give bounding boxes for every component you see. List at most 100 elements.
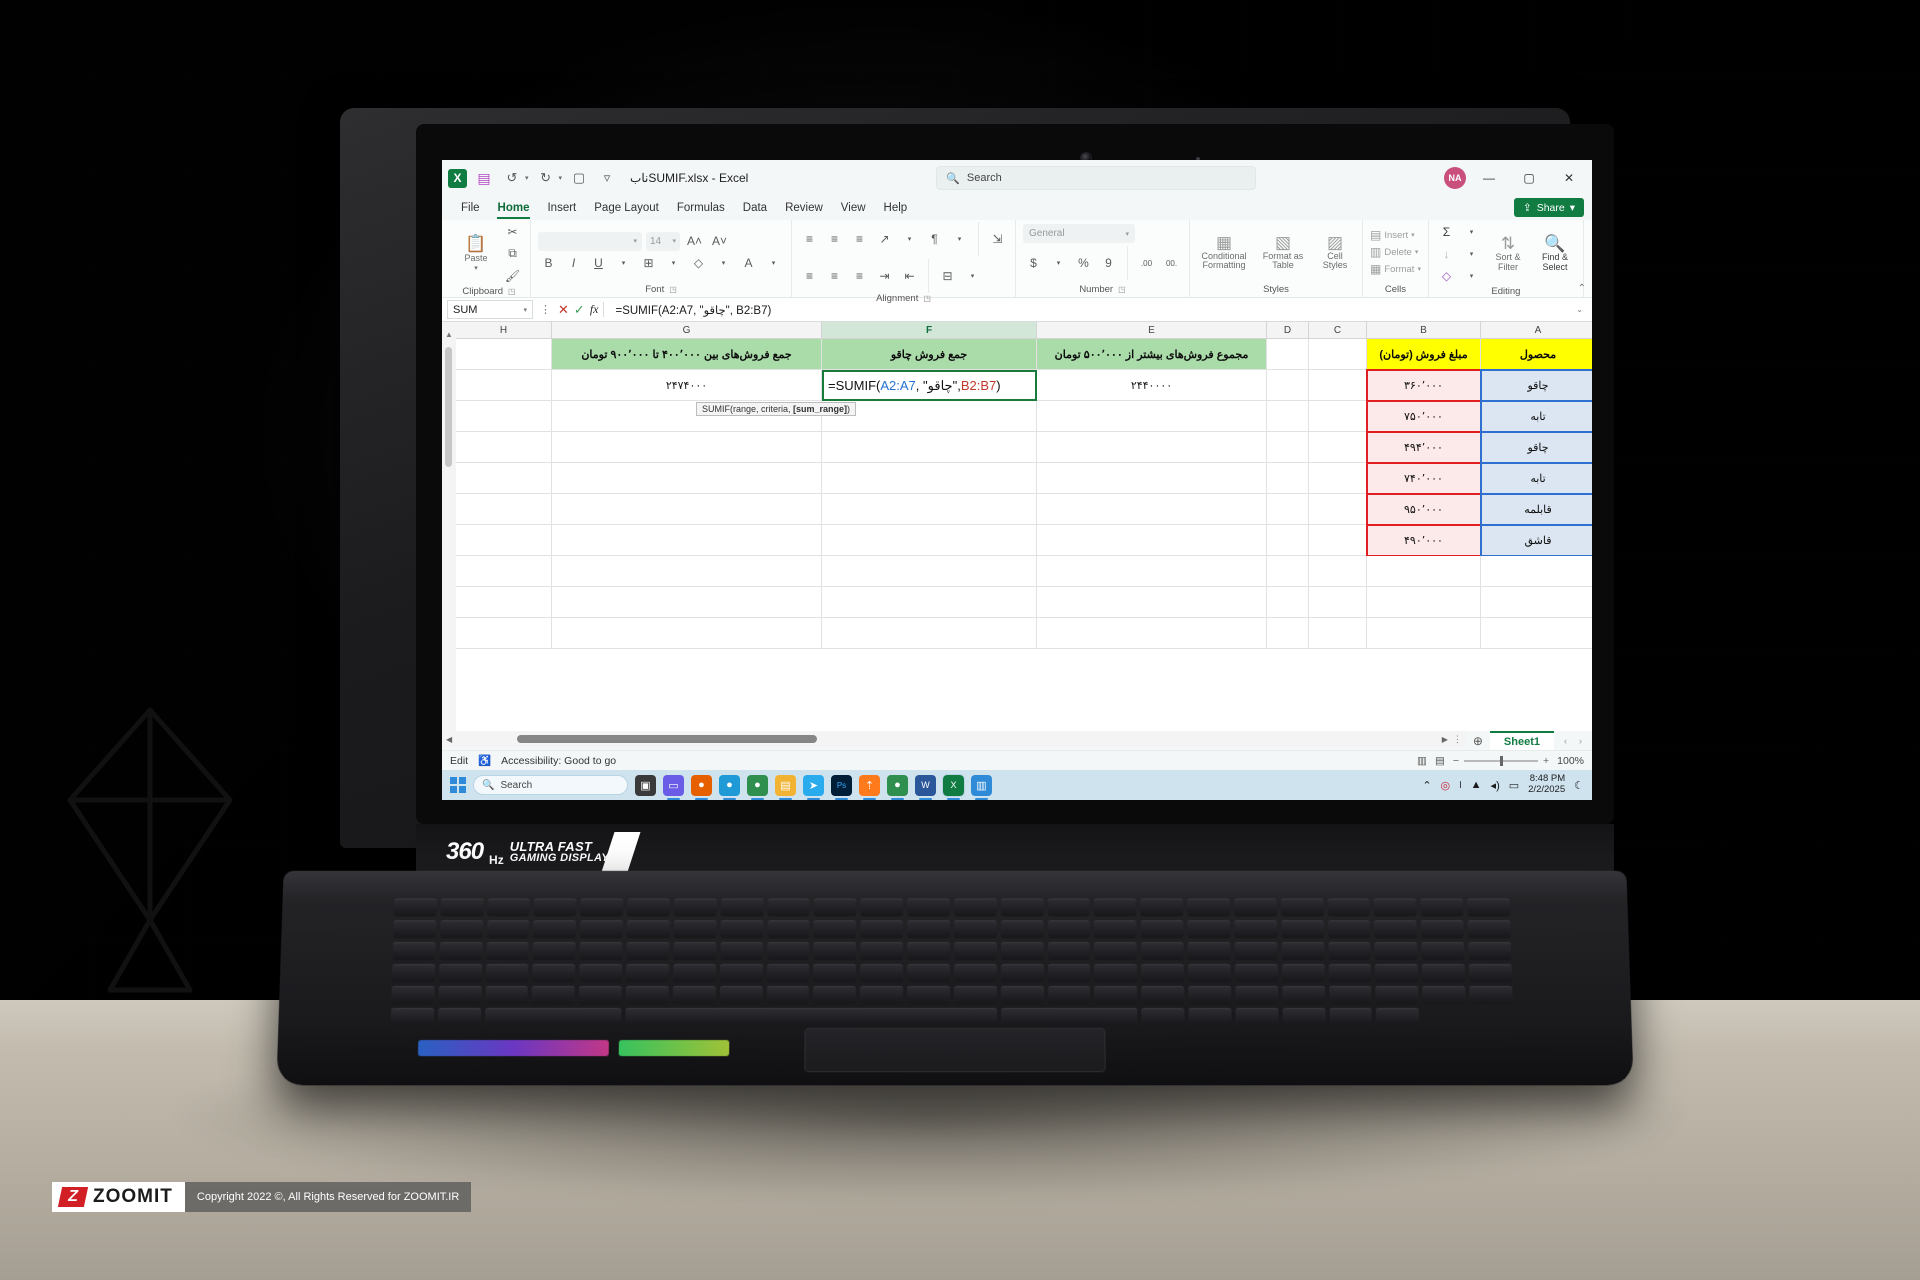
borders-icon[interactable]: ⊞ <box>638 254 659 273</box>
bold-icon[interactable]: B <box>538 254 559 273</box>
cell-c4[interactable] <box>1309 432 1367 463</box>
clock[interactable]: 8:48 PM 2/2/2025 <box>1528 773 1565 796</box>
maximize-button[interactable]: ▢ <box>1512 165 1546 191</box>
tab-file[interactable]: File <box>452 196 489 220</box>
underline-dropdown-icon[interactable]: ▾ <box>613 254 634 273</box>
cell-a10[interactable] <box>1481 618 1592 649</box>
sheet-tab-options-icon[interactable]: ⋮ <box>1453 734 1462 745</box>
cancel-formula-icon[interactable]: ✕ <box>558 302 569 318</box>
column-header-a[interactable]: A <box>1481 322 1592 339</box>
cell-f2-active-formula[interactable]: =SUMIF(A2:A7, "چاقو", B2:B7) <box>822 370 1037 401</box>
telegram-icon[interactable]: ➤ <box>803 774 824 800</box>
cell-h3[interactable] <box>456 401 552 432</box>
redo-icon[interactable]: ↻ <box>535 167 557 189</box>
paste-button[interactable]: 📋 Paste ▾ <box>455 235 497 272</box>
tab-data[interactable]: Data <box>734 196 776 220</box>
formula-input[interactable]: =SUMIF(A2:A7, "چاقو", B2:B7) <box>609 300 1571 319</box>
cell-h7[interactable] <box>456 525 552 556</box>
cell-e10[interactable] <box>1037 618 1267 649</box>
column-header-g[interactable]: G <box>552 322 822 339</box>
cell-c8[interactable] <box>1309 556 1367 587</box>
font-color-dropdown-icon[interactable]: ▾ <box>763 254 784 273</box>
cell-d10[interactable] <box>1267 618 1309 649</box>
cell-e2[interactable]: ۲۴۴۰۰۰۰ <box>1037 370 1267 401</box>
underline-icon[interactable]: U <box>588 254 609 273</box>
cell-h9[interactable] <box>456 587 552 618</box>
cell-c1[interactable] <box>1309 339 1367 370</box>
cell-a2[interactable]: چاقو <box>1480 369 1592 402</box>
redo-dropdown-icon[interactable]: ▾ <box>559 174 563 182</box>
cell-e8[interactable] <box>1037 556 1267 587</box>
cell-f9[interactable] <box>822 587 1037 618</box>
cell-g6[interactable] <box>552 494 822 525</box>
cell-a7[interactable]: قاشق <box>1480 524 1592 557</box>
column-header-f[interactable]: F <box>822 322 1037 339</box>
cell-a9[interactable] <box>1481 587 1592 618</box>
tab-insert[interactable]: Insert <box>538 196 585 220</box>
cell-b9[interactable] <box>1367 587 1481 618</box>
format-cells-button[interactable]: ▦ Format ▾ <box>1370 262 1421 276</box>
cell-c6[interactable] <box>1309 494 1367 525</box>
accessibility-status[interactable]: Accessibility: Good to go <box>501 755 616 767</box>
photoshop-icon[interactable]: Ps <box>831 774 852 800</box>
align-right-icon[interactable]: ≡ <box>849 267 870 286</box>
cell-c2[interactable] <box>1309 370 1367 401</box>
touch-mode-icon[interactable]: ▢ <box>568 167 590 189</box>
cell-b1[interactable]: مبلغ فروش (تومان) <box>1367 339 1481 370</box>
notes-icon[interactable]: ▥ <box>971 774 992 800</box>
tab-page-layout[interactable]: Page Layout <box>585 196 668 220</box>
cell-e5[interactable] <box>1037 463 1267 494</box>
cell-b4[interactable]: ۴۹۴٬۰۰۰ <box>1366 431 1482 464</box>
find-and-select-button[interactable]: 🔍 Find & Select <box>1534 235 1576 272</box>
avatar[interactable]: NA <box>1444 167 1466 189</box>
cell-e7[interactable] <box>1037 525 1267 556</box>
cell-d6[interactable] <box>1267 494 1309 525</box>
cell-g10[interactable] <box>552 618 822 649</box>
chrome-canary-icon[interactable]: ● <box>887 774 908 800</box>
add-sheet-button[interactable]: ⊕ <box>1466 731 1490 750</box>
decrease-decimal-icon[interactable]: .00 <box>1136 254 1157 273</box>
touchpad[interactable] <box>804 1028 1106 1073</box>
cell-d8[interactable] <box>1267 556 1309 587</box>
column-header-d[interactable]: D <box>1267 322 1309 339</box>
insert-cells-button[interactable]: ▤ Insert ▾ <box>1370 228 1421 242</box>
collapse-ribbon-icon[interactable]: ⌃ <box>1578 283 1586 294</box>
column-header-b[interactable]: B <box>1367 322 1481 339</box>
cell-b8[interactable] <box>1367 556 1481 587</box>
security-icon[interactable]: ◎ <box>1441 779 1451 792</box>
undo-dropdown-icon[interactable]: ▾ <box>525 174 529 182</box>
previous-sheet-icon[interactable]: ‹ <box>1564 736 1567 746</box>
fill-color-icon[interactable]: ◇ <box>688 254 709 273</box>
text-direction-dropdown-icon[interactable]: ▾ <box>949 230 970 249</box>
rtl-text-direction-icon[interactable]: ¶ <box>924 230 945 249</box>
cell-a5[interactable]: تابه <box>1480 462 1592 495</box>
next-sheet-icon[interactable]: › <box>1579 736 1582 746</box>
cell-a3[interactable]: تابه <box>1480 400 1592 433</box>
vertical-scrollbar-thumb[interactable] <box>445 347 452 467</box>
cell-g9[interactable] <box>552 587 822 618</box>
formula-bar-options-icon[interactable]: ⋮ <box>538 303 553 316</box>
cell-e1[interactable]: مجموع فروش‌های بیشتر از ۵۰۰٬۰۰۰ تومان <box>1037 339 1267 370</box>
zoom-in-icon[interactable]: + <box>1543 755 1549 767</box>
row-collapse-icon[interactable]: ▲ <box>442 322 456 339</box>
cell-g7[interactable] <box>552 525 822 556</box>
scroll-right-icon[interactable]: ▶ <box>1442 735 1448 744</box>
addins-button[interactable]: ▣ Add-ins <box>1591 238 1592 266</box>
customize-quick-access-icon[interactable]: ▿ <box>596 167 618 189</box>
cell-f10[interactable] <box>822 618 1037 649</box>
orientation-dropdown-icon[interactable]: ▾ <box>899 230 920 249</box>
scroll-left-icon[interactable]: ◀ <box>446 735 452 744</box>
cut-icon[interactable]: ✂ <box>502 222 523 241</box>
align-top-icon[interactable]: ≡ <box>799 230 820 249</box>
cell-g2[interactable]: ۲۴۷۴۰۰۰ <box>552 370 822 401</box>
number-format-select[interactable]: General ▾ <box>1023 224 1135 243</box>
enter-formula-icon[interactable]: ✓ <box>574 302 585 318</box>
cell-a1[interactable]: محصول <box>1481 339 1592 370</box>
sheet-tab-sheet1[interactable]: Sheet1 <box>1489 731 1554 750</box>
cell-h2[interactable] <box>456 370 552 401</box>
orientation-icon[interactable]: ↗ <box>874 230 895 249</box>
cell-g5[interactable] <box>552 463 822 494</box>
horizontal-scroll-thumb[interactable] <box>517 735 818 743</box>
cell-e4[interactable] <box>1037 432 1267 463</box>
cell-f4[interactable] <box>822 432 1037 463</box>
